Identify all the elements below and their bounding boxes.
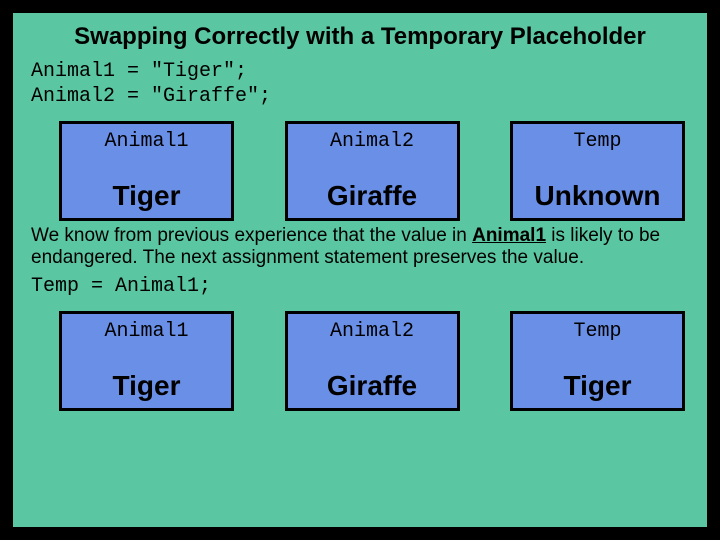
box-label: Temp <box>517 130 678 153</box>
slide: Swapping Correctly with a Temporary Plac… <box>10 10 710 530</box>
var-box-animal1: Animal1 Tiger <box>59 311 234 411</box>
box-value: Tiger <box>66 370 227 404</box>
box-value: Giraffe <box>292 370 453 404</box>
explanation-text: We know from previous experience that th… <box>13 221 707 274</box>
box-value: Giraffe <box>292 180 453 214</box>
box-label: Animal2 <box>292 130 453 153</box>
text-emph: Animal1 <box>472 225 546 246</box>
var-box-temp: Temp Unknown <box>510 121 685 221</box>
var-box-animal2: Animal2 Giraffe <box>285 311 460 411</box>
box-row-1: Animal1 Tiger Animal2 Giraffe Temp Unkno… <box>13 115 707 221</box>
code-line: Animal1 = "Tiger"; <box>31 59 689 84</box>
box-value: Unknown <box>517 180 678 214</box>
code-line: Temp = Animal1; <box>31 274 689 299</box>
code-block-2: Temp = Animal1; <box>13 274 707 305</box>
box-value: Tiger <box>517 370 678 404</box>
text: We know from previous experience that th… <box>31 225 472 246</box>
var-box-animal2: Animal2 Giraffe <box>285 121 460 221</box>
var-box-temp: Temp Tiger <box>510 311 685 411</box>
box-label: Animal1 <box>66 130 227 153</box>
slide-title: Swapping Correctly with a Temporary Plac… <box>13 13 707 59</box>
code-block-1: Animal1 = "Tiger"; Animal2 = "Giraffe"; <box>13 59 707 115</box>
box-value: Tiger <box>66 180 227 214</box>
box-label: Animal2 <box>292 320 453 343</box>
box-label: Animal1 <box>66 320 227 343</box>
box-label: Temp <box>517 320 678 343</box>
box-row-2: Animal1 Tiger Animal2 Giraffe Temp Tiger <box>13 305 707 411</box>
code-line: Animal2 = "Giraffe"; <box>31 84 689 109</box>
var-box-animal1: Animal1 Tiger <box>59 121 234 221</box>
